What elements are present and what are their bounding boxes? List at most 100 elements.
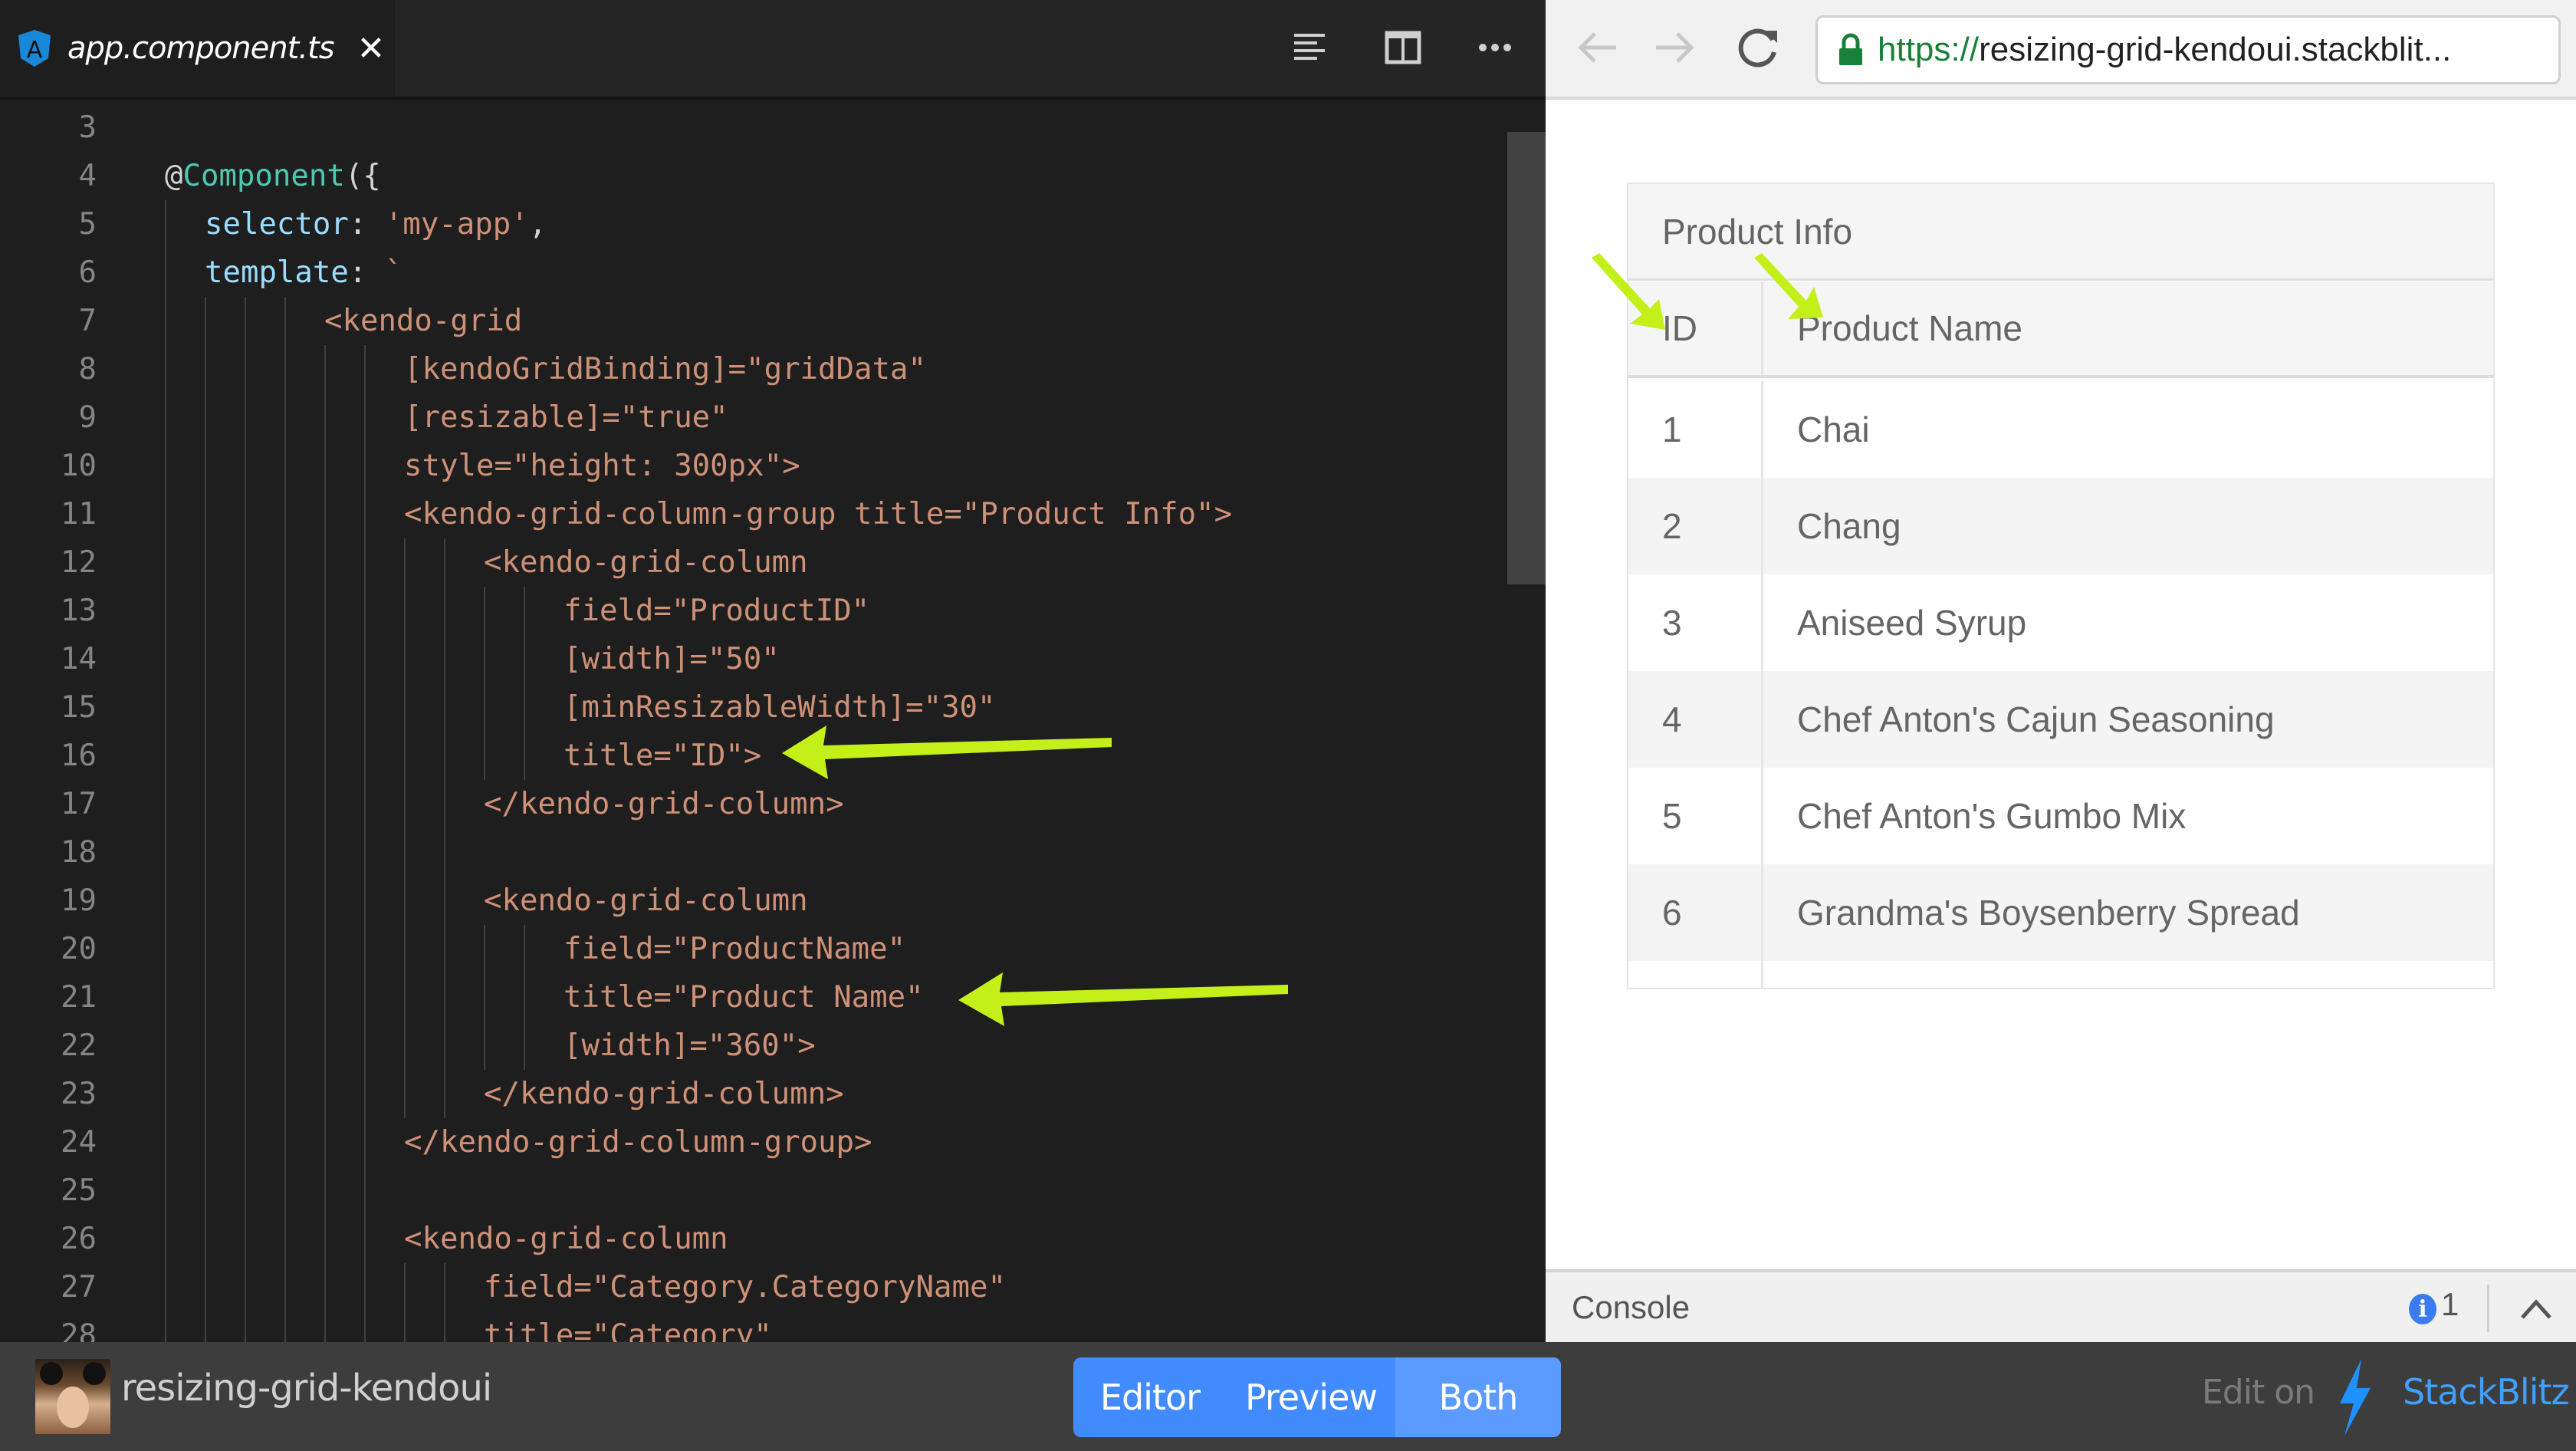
indent-guide <box>165 780 166 828</box>
editor-view-button[interactable]: Editor <box>1073 1357 1227 1437</box>
indent-guide <box>284 1118 286 1166</box>
code-line[interactable]: 12 <kendo-grid-column <box>0 538 1510 587</box>
indent-guide <box>245 1070 246 1118</box>
code-line[interactable]: 13 field="ProductID" <box>0 587 1510 635</box>
code-line[interactable]: 3 <box>0 104 1510 152</box>
code-token: 'my-app' <box>384 207 529 242</box>
indent-guide <box>524 683 525 732</box>
console-bar[interactable]: Console i 1 <box>1546 1269 2576 1342</box>
indent-guide <box>484 587 485 635</box>
indent-guide <box>284 297 286 345</box>
code-line[interactable]: 25 <box>0 1166 1510 1215</box>
indent-guide <box>324 1022 326 1070</box>
line-number: 15 <box>61 690 97 725</box>
code-line[interactable]: 5 selector: 'my-app', <box>0 200 1510 248</box>
code-line[interactable]: 20 field="ProductName" <box>0 925 1510 973</box>
code-line[interactable]: 24 </kendo-grid-column-group> <box>0 1118 1510 1166</box>
indent-guide <box>364 780 366 828</box>
code-line[interactable]: 9 [resizable]="true" <box>0 393 1510 442</box>
code-line[interactable]: 11 <kendo-grid-column-group title="Produc… <box>0 490 1510 538</box>
code-line[interactable]: 15 [minResizableWidth]="30" <box>0 683 1510 732</box>
code-line[interactable]: 4 @Component({ <box>0 152 1510 200</box>
indent-guide <box>324 1263 326 1311</box>
back-arrow-icon[interactable] <box>1573 23 1622 72</box>
indent-guide <box>364 1263 366 1311</box>
close-icon[interactable]: ✕ <box>357 29 386 68</box>
column-header-id-label: ID <box>1662 308 1697 348</box>
code-line[interactable]: 23 </kendo-grid-column> <box>0 1070 1510 1118</box>
indent-guide <box>165 587 166 635</box>
format-lines-icon[interactable] <box>1285 23 1334 72</box>
url-bar[interactable]: https:// resizing-grid-kendoui.stackblit… <box>1815 15 2561 84</box>
indent-guide <box>324 635 326 683</box>
code-line[interactable]: 22 [width]="360"> <box>0 1022 1510 1070</box>
cell-product-name: Grandma's Boysenberry Spread <box>1797 893 2300 933</box>
split-view-icon[interactable] <box>1378 23 1428 72</box>
code-line[interactable]: 27 field="Category.CategoryName" <box>0 1263 1510 1311</box>
code-text: [width]="50" <box>564 635 780 683</box>
grid-row[interactable]: 4 Chef Anton's Cajun Seasoning <box>1628 671 2493 768</box>
grid-row[interactable]: 6 Grandma's Boysenberry Spread <box>1628 864 2493 961</box>
indent-guide <box>404 1263 406 1311</box>
forward-arrow-icon[interactable] <box>1650 23 1699 72</box>
indent-guide <box>484 635 485 683</box>
indent-guide <box>205 683 206 732</box>
indent-guide <box>364 490 366 538</box>
chevron-up-icon[interactable] <box>2515 1288 2558 1331</box>
project-name[interactable]: resizing-grid-kendoui <box>121 1367 492 1410</box>
code-text: field="ProductName" <box>564 925 905 973</box>
indent-guide <box>404 732 406 780</box>
cell-product-name: Chai <box>1797 410 1870 449</box>
indent-guide <box>484 973 485 1022</box>
code-text: </kendo-grid-column> <box>484 780 844 828</box>
column-header-product-name[interactable]: Product Name <box>1763 281 2493 375</box>
code-area[interactable]: 3 4 @Component({5 selector: 'my-app', 6 templ… <box>0 104 1510 1342</box>
indent-guide <box>444 538 445 587</box>
grid-row[interactable]: 1 Chai <box>1628 381 2493 478</box>
indent-guide <box>404 973 406 1022</box>
code-text: </kendo-grid-column-group> <box>404 1118 872 1166</box>
code-line[interactable]: 6 template: ` <box>0 248 1510 297</box>
file-tab[interactable]: A app.component.ts ✕ <box>0 0 395 97</box>
avatar[interactable] <box>35 1359 110 1434</box>
line-number: 21 <box>61 980 97 1015</box>
code-token: <kendo-grid-column <box>484 883 808 918</box>
code-line[interactable]: 19 <kendo-grid-column <box>0 877 1510 925</box>
more-icon[interactable] <box>1470 23 1520 72</box>
indent-guide <box>165 925 166 973</box>
stackblitz-link[interactable]: StackBlitz <box>2403 1371 2570 1413</box>
cell-product-name: Chef Anton's Gumbo Mix <box>1797 796 2187 836</box>
code-line[interactable]: 18 <box>0 828 1510 877</box>
code-line[interactable]: 28 title="Category" <box>0 1311 1510 1342</box>
preview-view-button[interactable]: Preview <box>1227 1357 1395 1437</box>
indent-guide <box>245 1166 246 1215</box>
line-number: 10 <box>61 449 97 483</box>
code-line[interactable]: 16 title="ID"> <box>0 732 1510 780</box>
code-line[interactable]: 7 <kendo-grid <box>0 297 1510 345</box>
lightning-bolt-icon <box>2340 1359 2371 1436</box>
preview-panel: https:// resizing-grid-kendoui.stackblit… <box>1546 0 2576 1342</box>
code-line[interactable]: 26 <kendo-grid-column <box>0 1215 1510 1263</box>
cell-id: 2 <box>1628 478 1763 574</box>
code-line[interactable]: 17 </kendo-grid-column> <box>0 780 1510 828</box>
code-line[interactable]: 10 style="height: 300px"> <box>0 442 1510 490</box>
code-line[interactable]: 14 [width]="50" <box>0 635 1510 683</box>
grid-row[interactable]: 2 Chang <box>1628 478 2493 574</box>
grid-row[interactable]: 3 Aniseed Syrup <box>1628 574 2493 671</box>
grid-row[interactable]: 5 Chef Anton's Gumbo Mix <box>1628 768 2493 864</box>
group-header-label: Product Info <box>1662 211 1853 252</box>
indent-guide <box>284 925 286 973</box>
code-line[interactable]: 8 [kendoGridBinding]="gridData" <box>0 345 1510 393</box>
both-view-button[interactable]: Both <box>1395 1357 1561 1437</box>
grid-group-header[interactable]: Product Info <box>1628 184 2493 281</box>
reload-icon[interactable] <box>1734 23 1783 72</box>
indent-guide <box>284 683 286 732</box>
scrollbar-thumb[interactable] <box>1507 132 1546 584</box>
indent-guide <box>364 442 366 490</box>
indent-guide <box>205 538 206 587</box>
code-line[interactable]: 21 title="Product Name" <box>0 973 1510 1022</box>
column-header-id[interactable]: ID <box>1628 281 1763 375</box>
indent-guide <box>484 1022 485 1070</box>
indent-guide <box>284 1070 286 1118</box>
svg-text:A: A <box>27 37 43 64</box>
